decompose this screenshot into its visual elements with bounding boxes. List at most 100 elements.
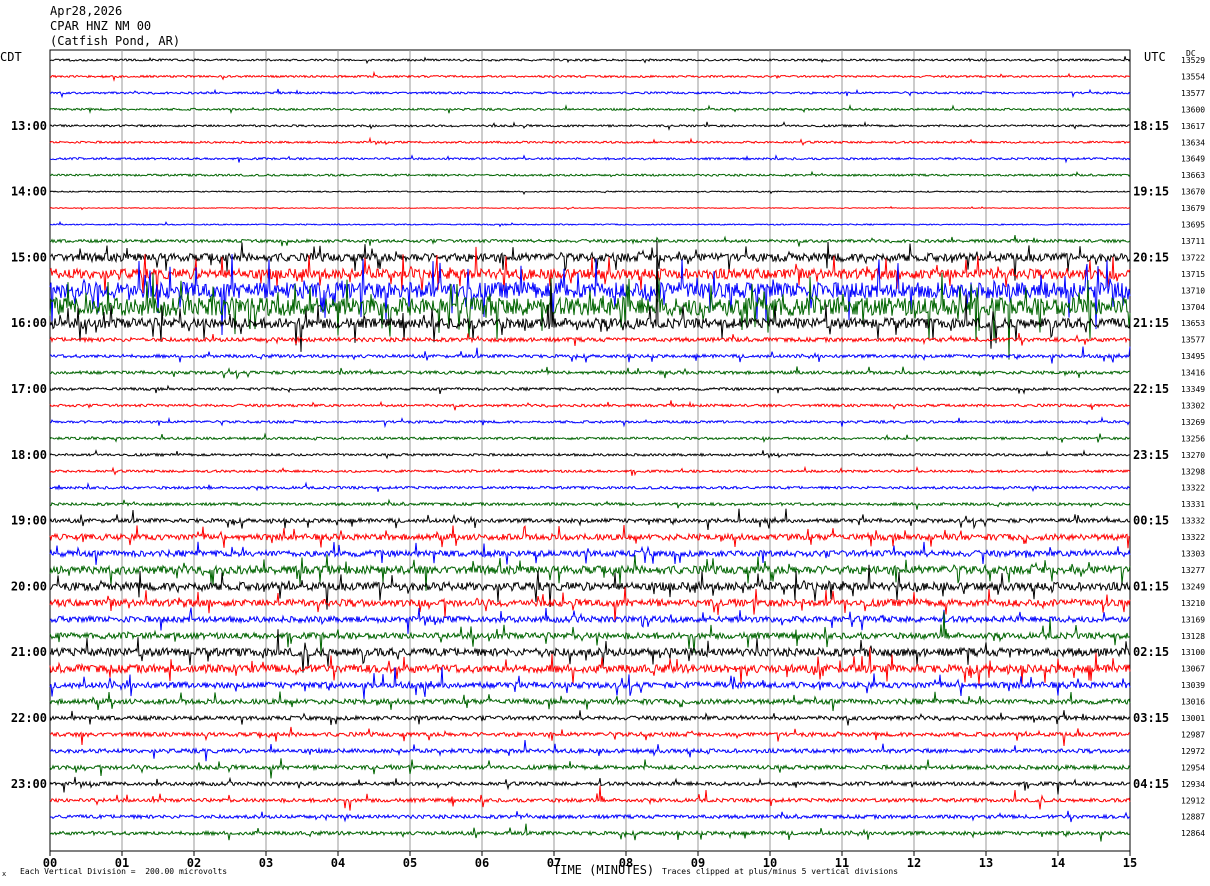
dc-offset-label: 13302 (1181, 401, 1205, 410)
x-tick-label: 15 (1123, 856, 1137, 870)
dc-offset-label: 13332 (1181, 517, 1205, 526)
seismic-trace (49, 740, 1131, 762)
axes: 00 01 02 03 04 05 06 07 08 09 10 11 12 13 14 1513529135… (11, 56, 1205, 870)
x-tick-label: 13 (979, 856, 993, 870)
left-time-label: 22:00 (11, 711, 47, 725)
seismic-trace (49, 104, 1131, 115)
x-tick-label: 06 (475, 856, 489, 870)
seismic-trace (49, 611, 1131, 654)
dc-offset-label: 12864 (1181, 829, 1205, 838)
seismic-trace (49, 136, 1131, 146)
left-timezone-label: CDT (0, 50, 22, 64)
dc-offset-label: 13169 (1181, 615, 1205, 624)
dc-offset-label: 13128 (1181, 632, 1205, 641)
seismic-trace (49, 785, 1131, 811)
seismic-trace (49, 400, 1131, 411)
seismic-trace (49, 758, 1131, 779)
dc-offset-label: 13269 (1181, 418, 1205, 427)
dc-offset-label: 13695 (1181, 221, 1205, 230)
dc-offset-label: 13710 (1181, 286, 1205, 295)
left-time-label: 16:00 (11, 316, 47, 330)
seismic-trace (49, 154, 1131, 164)
dc-offset-label: 12934 (1181, 780, 1205, 789)
seismic-trace (49, 346, 1131, 364)
dc-offset-label: 13649 (1181, 155, 1205, 164)
right-time-label: 00:15 (1133, 514, 1169, 528)
dc-offset-label: 13634 (1181, 138, 1205, 147)
dc-offset-label: 13554 (1181, 72, 1205, 81)
right-time-label: 18:15 (1133, 119, 1169, 133)
dc-offset-label: 13600 (1181, 105, 1205, 114)
dc-offset-label: 13331 (1181, 500, 1205, 509)
left-time-label: 18:00 (11, 448, 47, 462)
seismic-trace (49, 726, 1131, 747)
seismic-trace (49, 823, 1131, 842)
seismic-trace (49, 541, 1131, 565)
corner-mark: x (2, 870, 7, 878)
dc-offset-label: 13711 (1181, 237, 1205, 246)
seismic-trace (49, 416, 1131, 429)
x-tick-label: 03 (259, 856, 273, 870)
dc-offset-label: 13653 (1181, 319, 1205, 328)
dc-offset-label: 12954 (1181, 763, 1205, 772)
right-time-label: 02:15 (1133, 645, 1169, 659)
left-time-label: 23:00 (11, 777, 47, 791)
dc-offset-label: 12887 (1181, 813, 1205, 822)
left-time-label: 13:00 (11, 119, 47, 133)
dc-offset-label: 13663 (1181, 171, 1205, 180)
dc-offset-label: 13617 (1181, 122, 1205, 131)
left-time-label: 17:00 (11, 382, 47, 396)
dc-offset-label: 12912 (1181, 796, 1205, 805)
dc-offset-label: 13270 (1181, 451, 1205, 460)
seismic-trace (49, 776, 1131, 795)
dc-offset-label: 13322 (1181, 484, 1205, 493)
right-time-label: 20:15 (1133, 250, 1169, 264)
seismic-trace (49, 607, 1131, 634)
dc-offset-label: 13416 (1181, 369, 1205, 378)
dc-offset-label: 13722 (1181, 253, 1205, 262)
dc-offset-label: 13577 (1181, 89, 1205, 98)
right-time-label: 22:15 (1133, 382, 1169, 396)
dc-offset-label: 13100 (1181, 648, 1205, 657)
seismic-trace (49, 710, 1131, 726)
x-tick-label: 12 (907, 856, 921, 870)
seismic-trace (49, 272, 1131, 360)
dc-offset-label: 13322 (1181, 533, 1205, 542)
helicorder-chart: 00 01 02 03 04 05 06 07 08 09 10 11 12 13 14 1513529135… (11, 49, 1205, 870)
seismic-trace (49, 56, 1131, 65)
seismic-trace (49, 120, 1131, 131)
dc-offset-label: 13277 (1181, 566, 1205, 575)
dc-offset-label: 13001 (1181, 714, 1205, 723)
seismic-trace (50, 498, 1131, 510)
dc-offset-label: 13349 (1181, 385, 1205, 394)
right-time-label: 03:15 (1133, 711, 1169, 725)
seismic-trace (49, 586, 1131, 623)
left-time-label: 19:00 (11, 514, 47, 528)
seismic-trace (49, 170, 1131, 178)
dc-offset-label: 13577 (1181, 336, 1205, 345)
dc-offset-label: 13670 (1181, 188, 1205, 197)
seismic-trace (49, 366, 1131, 380)
seismic-trace (49, 810, 1131, 823)
left-time-label: 21:00 (11, 645, 47, 659)
seismic-trace (49, 465, 1131, 477)
dc-offset-label: 12972 (1181, 747, 1205, 756)
seismic-trace (49, 384, 1131, 395)
dc-offset-label: 13067 (1181, 665, 1205, 674)
right-time-label: 21:15 (1133, 316, 1169, 330)
scale-note: Each Vertical Division = 200.00 microvol… (20, 867, 228, 876)
right-timezone-label: UTC (1144, 50, 1166, 64)
seismic-trace (49, 508, 1131, 530)
dc-offset-label: 13495 (1181, 352, 1205, 361)
left-time-label: 20:00 (11, 579, 47, 593)
clip-note: Traces clipped at plus/minus 5 vertical … (662, 867, 899, 876)
seismic-trace (49, 432, 1131, 444)
dc-offset-label: 13210 (1181, 599, 1205, 608)
x-tick-label: 05 (403, 856, 417, 870)
dc-offset-label: 13298 (1181, 467, 1205, 476)
right-time-label: 19:15 (1133, 185, 1169, 199)
seismic-trace (49, 205, 1131, 211)
right-time-label: 23:15 (1133, 448, 1169, 462)
seismic-trace (49, 190, 1131, 196)
right-time-label: 01:15 (1133, 579, 1169, 593)
